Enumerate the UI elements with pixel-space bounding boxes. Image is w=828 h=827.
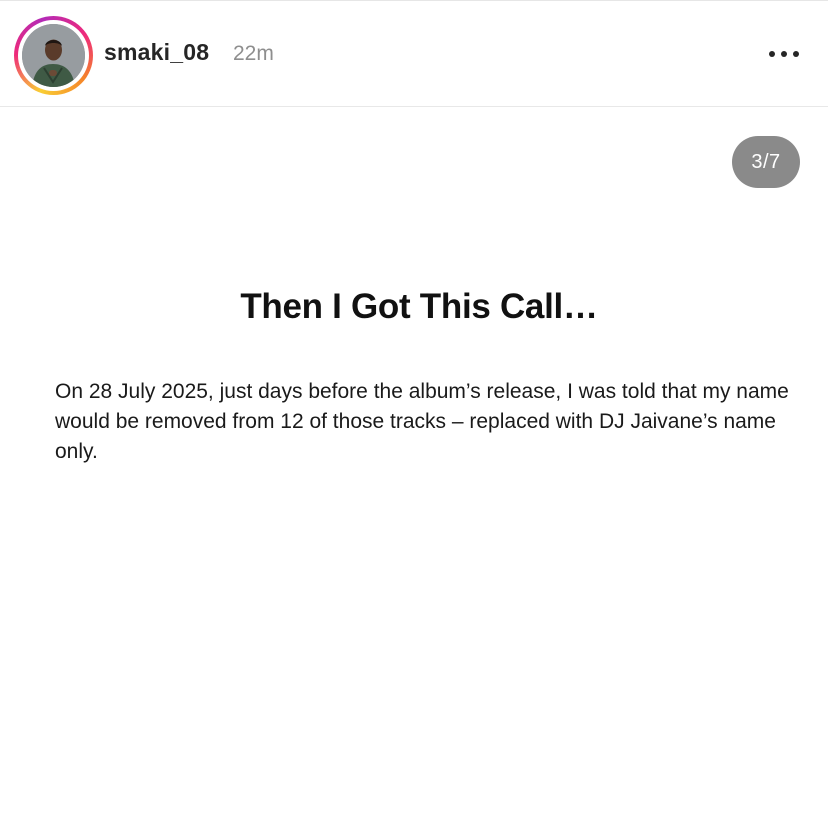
more-horizontal-icon-dot — [781, 51, 787, 57]
slide-title: Then I Got This Call… — [240, 287, 598, 326]
carousel-page-indicator: 3/7 — [732, 136, 800, 188]
more-horizontal-icon — [769, 51, 775, 57]
post-header: smaki_08 22m — [0, 0, 828, 107]
slide-body-text: On 28 July 2025, just days before the al… — [55, 380, 789, 463]
more-options-button[interactable] — [762, 39, 806, 69]
avatar-ring-gap — [18, 20, 89, 91]
username[interactable]: smaki_08 — [104, 39, 209, 66]
post-timestamp: 22m — [233, 42, 274, 65]
carousel-slide[interactable]: 3/7 Then I Got This Call… On 28 July 202… — [0, 107, 828, 827]
avatar — [22, 24, 85, 87]
more-horizontal-icon-dot — [793, 51, 799, 57]
avatar-story-ring[interactable] — [14, 16, 93, 95]
avatar-image — [22, 24, 85, 87]
